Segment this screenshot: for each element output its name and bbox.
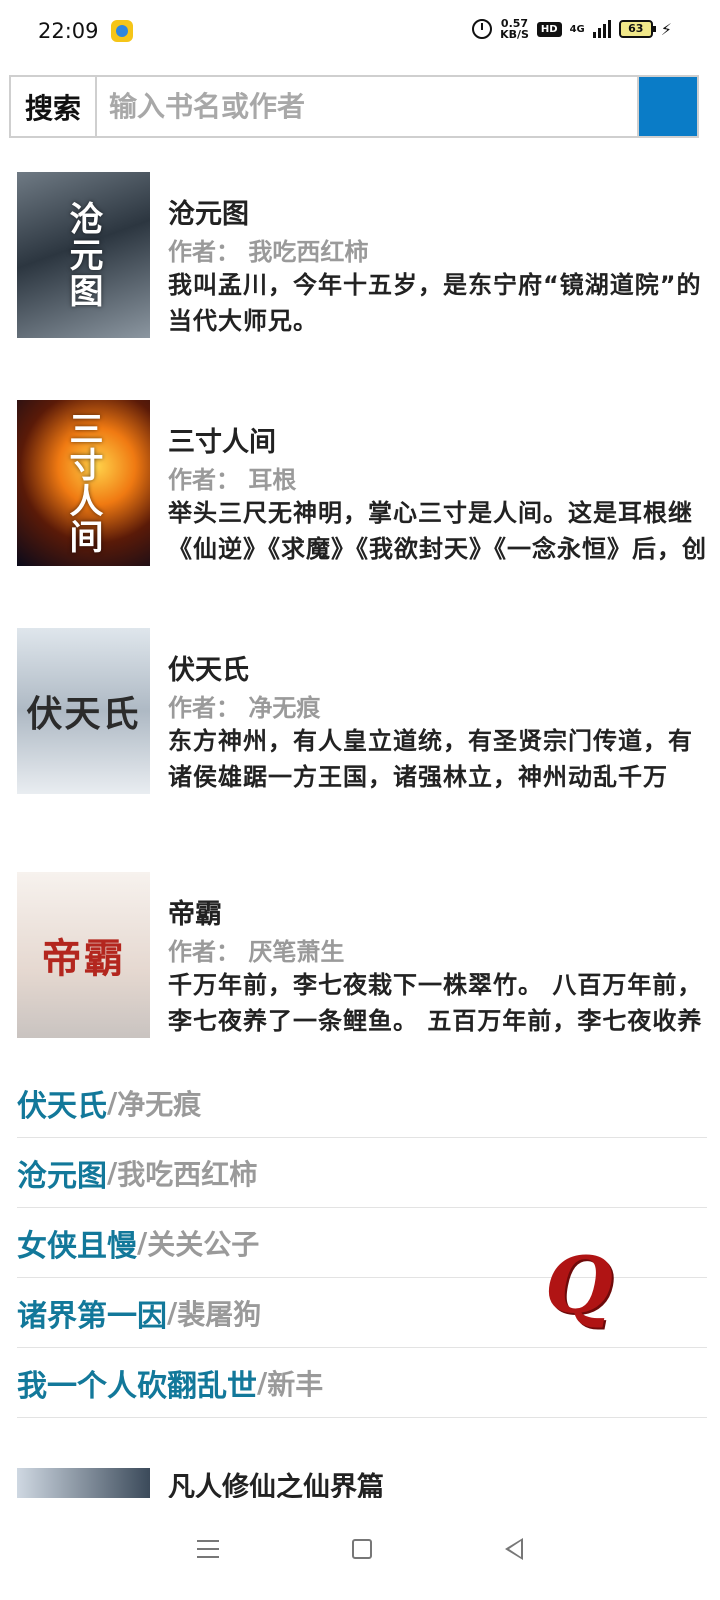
- status-bar: 22:09 0.57 KB/S HD 4G 63 ⚡: [0, 0, 720, 62]
- rec-author: 关关公子: [147, 1227, 260, 1261]
- author-name: 我吃西红柿: [248, 238, 369, 266]
- net-speed-unit: KB/S: [500, 28, 529, 41]
- book-author: 作者： 净无痕: [168, 688, 320, 723]
- book-cover[interactable]: 帝霸: [17, 872, 150, 1038]
- book-title[interactable]: 沧元图: [168, 192, 249, 231]
- alarm-icon: [472, 19, 493, 39]
- back-icon[interactable]: [505, 1538, 524, 1560]
- book-cover[interactable]: 三寸人间: [17, 400, 150, 566]
- book-author: 作者： 耳根: [168, 460, 296, 495]
- book-description: 东方神州，有人皇立道统，有圣贤宗门传道，有诸侯雄踞一方王国，诸强林立，神州动乱千…: [168, 727, 693, 791]
- rec-author: 新丰: [267, 1367, 324, 1401]
- book-author: 作者： 厌笔萧生: [168, 932, 344, 967]
- rec-title[interactable]: 女侠且慢: [17, 1221, 137, 1265]
- network-type: 4G: [569, 23, 585, 35]
- book-description: 千万年前，李七夜栽下一株翠竹。 八百万年前，李七夜养了一条鲤鱼。 五百万年前，李…: [168, 971, 703, 1035]
- book-description: 举头三尺无神明，掌心三寸是人间。这是耳根继《仙逆》《求魔》《我欲封天》《一念永恒…: [168, 499, 707, 563]
- book-title[interactable]: 伏天氏: [168, 648, 249, 687]
- author-name: 净无痕: [248, 694, 321, 722]
- author-label: 作者：: [168, 238, 240, 266]
- rec-separator: /: [107, 1086, 118, 1119]
- rec-separator: /: [167, 1296, 178, 1329]
- cover-title: 帝霸: [41, 935, 126, 982]
- signal-icon: [592, 20, 611, 38]
- battery-icon: 63: [618, 20, 656, 38]
- author-label: 作者：: [168, 466, 240, 494]
- rec-author: 裴屠狗: [177, 1297, 262, 1331]
- hd-badge: HD: [536, 21, 562, 37]
- rec-title[interactable]: 伏天氏: [17, 1081, 107, 1125]
- cover-title: 三寸人间: [63, 411, 103, 555]
- q-logo-icon[interactable]: Q: [545, 1240, 613, 1331]
- author-name: 耳根: [248, 466, 297, 494]
- author-label: 作者：: [168, 694, 240, 722]
- search-bar: 搜索: [9, 75, 699, 138]
- menu-icon[interactable]: [196, 1540, 219, 1558]
- app-notification-icon: [110, 20, 133, 42]
- list-item[interactable]: 沧元图 / 我吃西红柿: [17, 1138, 707, 1208]
- rec-author: 净无痕: [117, 1087, 202, 1121]
- status-time: 22:09: [38, 19, 99, 43]
- book-author: 作者： 我吃西红柿: [168, 232, 368, 267]
- book-title[interactable]: 三寸人间: [168, 420, 276, 459]
- cover-title: 沧元图: [63, 201, 103, 309]
- rec-separator: /: [107, 1156, 118, 1189]
- author-name: 厌笔萧生: [248, 938, 345, 966]
- rec-title[interactable]: 我一个人砍翻乱世: [17, 1361, 257, 1405]
- book-item[interactable]: 沧元图 沧元图 作者： 我吃西红柿 我叫孟川，今年十五岁，是东宁府“镜湖道院”的…: [0, 172, 720, 340]
- cover-title: 伏天氏: [26, 693, 141, 735]
- book-item[interactable]: 凡人修仙之仙界篇: [0, 1468, 720, 1498]
- search-input[interactable]: [97, 77, 639, 136]
- rec-separator: /: [137, 1226, 148, 1259]
- search-button[interactable]: [639, 77, 697, 136]
- home-icon[interactable]: [351, 1539, 372, 1559]
- list-item[interactable]: 伏天氏 / 净无痕: [17, 1068, 707, 1138]
- net-speed: 0.57 KB/S: [500, 18, 529, 40]
- book-item[interactable]: 三寸人间 三寸人间 作者： 耳根 举头三尺无神明，掌心三寸是人间。这是耳根继《仙…: [0, 400, 720, 568]
- rec-separator: /: [257, 1366, 268, 1399]
- rec-title[interactable]: 诸界第一因: [17, 1291, 167, 1335]
- rec-title[interactable]: 沧元图: [17, 1151, 107, 1195]
- list-item[interactable]: 我一个人砍翻乱世 / 新丰: [17, 1348, 707, 1418]
- book-description: 我叫孟川，今年十五岁，是东宁府“镜湖道院”的当代大师兄。: [168, 271, 702, 335]
- search-label: 搜索: [11, 77, 97, 136]
- book-title[interactable]: 凡人修仙之仙界篇: [168, 1468, 384, 1498]
- system-nav-bar: [0, 1498, 720, 1600]
- status-indicators: 0.57 KB/S HD 4G 63 ⚡: [472, 18, 672, 40]
- book-cover[interactable]: 伏天氏: [17, 628, 150, 794]
- rec-author: 我吃西红柿: [117, 1157, 258, 1191]
- book-cover[interactable]: 沧元图: [17, 172, 150, 338]
- book-item[interactable]: 帝霸 帝霸 作者： 厌笔萧生 千万年前，李七夜栽下一株翠竹。 八百万年前，李七夜…: [0, 872, 720, 1040]
- book-cover[interactable]: [17, 1468, 150, 1498]
- author-label: 作者：: [168, 938, 240, 966]
- book-title[interactable]: 帝霸: [168, 892, 222, 931]
- book-item[interactable]: 伏天氏 伏天氏 作者： 净无痕 东方神州，有人皇立道统，有圣贤宗门传道，有诸侯雄…: [0, 628, 720, 796]
- charging-icon: ⚡: [660, 19, 672, 39]
